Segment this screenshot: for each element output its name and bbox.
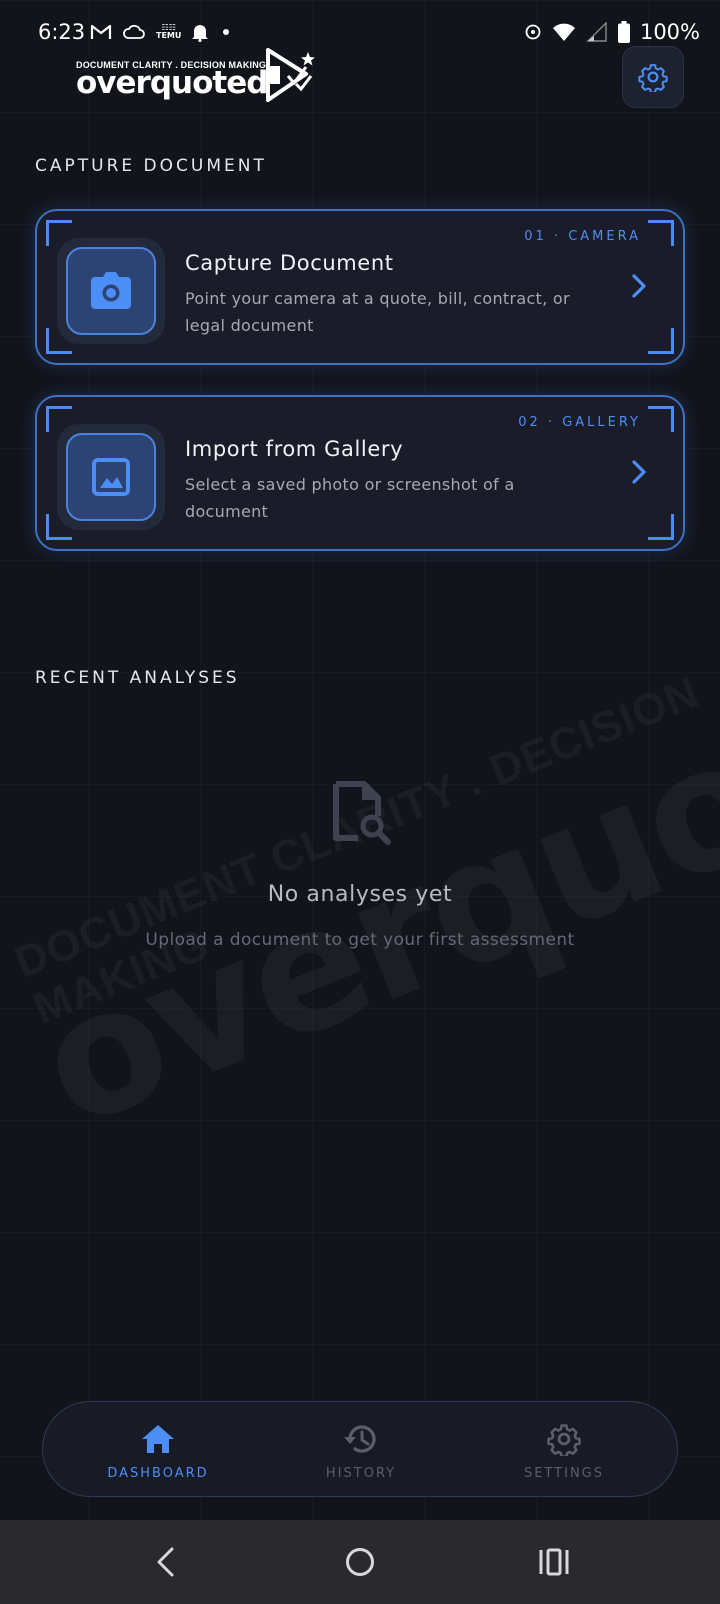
capture-camera-card[interactable]: 01 · CAMERA Capture Document Point your … (35, 209, 685, 365)
system-home-button[interactable] (330, 1540, 390, 1584)
frame-corner (648, 220, 674, 246)
capture-section-title: CAPTURE DOCUMENT (35, 156, 267, 176)
status-right-icons: 100% (524, 20, 700, 44)
gear-icon (547, 1424, 581, 1456)
battery-icon (617, 21, 630, 43)
nav-dashboard[interactable]: DASHBOARD (83, 1420, 233, 1481)
header-settings-button[interactable] (622, 46, 684, 108)
dot-icon (223, 29, 230, 35)
app-logo: DOCUMENT CLARITY . DECISION MAKING overq… (76, 46, 316, 106)
battery-percent: 100% (639, 20, 700, 44)
recents-icon (539, 1548, 569, 1576)
frame-corner (648, 406, 674, 432)
status-time: 6:23 (38, 20, 86, 44)
system-navigation-bar (0, 1520, 720, 1604)
import-gallery-card[interactable]: 02 · GALLERY Import from Gallery Select … (35, 395, 685, 551)
card-title: Capture Document (185, 251, 394, 275)
nav-settings[interactable]: SETTINGS (489, 1420, 639, 1481)
card-tag: 02 · GALLERY (518, 415, 641, 430)
image-icon (92, 458, 130, 496)
logo-wordmark: overquoted (76, 65, 268, 101)
bell-icon (192, 25, 209, 42)
chevron-right-icon (632, 460, 646, 484)
nav-label: SETTINGS (523, 1466, 604, 1481)
card-description: Select a saved photo or screenshot of a … (185, 475, 515, 521)
camera-icon (91, 272, 131, 309)
document-search-icon (333, 781, 391, 845)
cloud-icon (123, 24, 145, 39)
home-circle-icon (346, 1548, 374, 1576)
card-icon-tile (57, 424, 165, 530)
temu-icon: ☷☷ TEMU (156, 23, 182, 40)
empty-state-title: No analyses yet (267, 882, 453, 907)
card-description: Point your camera at a quote, bill, cont… (185, 289, 570, 335)
frame-corner (648, 328, 674, 354)
hotspot-icon (525, 24, 541, 40)
gear-icon (638, 64, 668, 92)
empty-state-description: Upload a document to get your first asse… (145, 930, 575, 950)
back-icon (157, 1547, 174, 1577)
card-icon-tile (57, 238, 165, 344)
signal-icon (586, 22, 607, 42)
wifi-icon (552, 23, 575, 41)
recent-section-title: RECENT ANALYSES (35, 668, 240, 688)
frame-corner (648, 514, 674, 540)
nav-label: HISTORY (325, 1466, 397, 1481)
card-tag: 01 · CAMERA (524, 229, 641, 244)
system-back-button[interactable] (136, 1540, 196, 1584)
app-screen: DOCUMENT CLARITY . DECISION MAKING overq… (0, 0, 720, 1604)
logo-watermark: DOCUMENT CLARITY . DECISION MAKING overq… (0, 502, 720, 1199)
home-icon (142, 1425, 174, 1453)
nav-label: DASHBOARD (107, 1466, 209, 1481)
gmail-icon (90, 24, 112, 39)
bottom-navigation: DASHBOARD HISTORY SETTINGS (42, 1401, 678, 1497)
chevron-right-icon (632, 274, 646, 298)
system-recents-button[interactable] (524, 1540, 584, 1584)
card-title: Import from Gallery (185, 437, 404, 461)
nav-history[interactable]: HISTORY (286, 1420, 436, 1481)
status-left-icons: ☷☷ TEMU (90, 22, 233, 42)
history-icon (344, 1425, 376, 1453)
logo-mark-icon (266, 48, 315, 102)
